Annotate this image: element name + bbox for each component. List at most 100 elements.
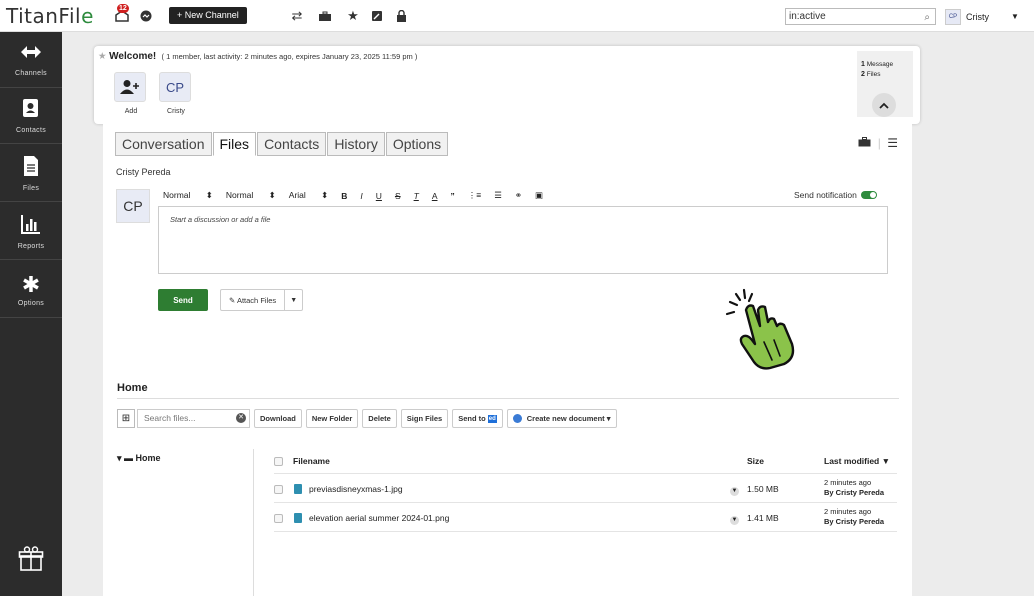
sign-files-button[interactable]: Sign Files bbox=[400, 409, 449, 428]
file-table: Filename Size Last modified ▼ previasdis… bbox=[274, 454, 897, 532]
file-size: 1.41 MB bbox=[747, 513, 779, 523]
tab-conversation[interactable]: Conversation bbox=[115, 132, 212, 156]
briefcase-icon[interactable] bbox=[858, 136, 874, 150]
sidebar-item-reports[interactable]: Reports bbox=[0, 204, 62, 260]
user-menu[interactable]: CP Cristy ▼ bbox=[945, 8, 1019, 25]
file-name[interactable]: elevation aerial summer 2024-01.png bbox=[309, 513, 449, 523]
bold-icon[interactable]: B bbox=[341, 191, 347, 201]
delete-button[interactable]: Delete bbox=[362, 409, 397, 428]
tab-options[interactable]: Options bbox=[385, 132, 449, 156]
arrows-icon[interactable]: ⇄ bbox=[288, 8, 306, 24]
edit-icon[interactable] bbox=[368, 8, 386, 24]
channel-meta: ( 1 member, last activity: 2 minutes ago… bbox=[161, 52, 418, 61]
add-member-button[interactable]: Add bbox=[114, 72, 148, 115]
star-icon[interactable]: ★ bbox=[98, 51, 107, 62]
font-size-select[interactable]: Normal ⬍ bbox=[226, 190, 276, 201]
titanfile-logo[interactable]: TitanFile bbox=[6, 4, 94, 28]
row-checkbox[interactable] bbox=[274, 514, 283, 523]
file-icon bbox=[294, 513, 302, 523]
chevron-down-icon[interactable]: ▼ bbox=[730, 516, 739, 525]
avatar: CP bbox=[945, 8, 961, 25]
sidebar: Channels Contacts Files Reports ✱ Option… bbox=[0, 32, 62, 596]
file-icon bbox=[22, 155, 40, 182]
new-folder-button[interactable]: New Folder bbox=[305, 409, 359, 428]
file-name[interactable]: previasdisneyxmas-1.jpg bbox=[309, 484, 403, 494]
file-toolbar: ⊞ Search files... ✕ Download New Folder … bbox=[117, 409, 617, 428]
quote-icon[interactable]: ” bbox=[450, 191, 454, 201]
select-all-checkbox[interactable] bbox=[274, 457, 283, 466]
collapse-button[interactable] bbox=[872, 93, 896, 117]
files-heading: Home bbox=[117, 382, 148, 394]
composer-author: Cristy Pereda bbox=[116, 167, 171, 177]
star-icon[interactable]: ★ bbox=[344, 8, 362, 24]
contacts-icon bbox=[21, 97, 41, 124]
image-icon[interactable]: ▣ bbox=[535, 190, 543, 201]
create-document-button[interactable]: Create new document ▾ bbox=[506, 409, 617, 428]
tab-history[interactable]: History bbox=[327, 132, 385, 156]
table-header: Filename Size Last modified ▼ bbox=[274, 454, 897, 474]
bullet-list-icon[interactable]: ☰ bbox=[494, 190, 502, 201]
tab-files[interactable]: Files bbox=[212, 132, 257, 156]
sidebar-item-options[interactable]: ✱ Options bbox=[0, 262, 62, 318]
table-row[interactable]: elevation aerial summer 2024-01.png ▼ 1.4… bbox=[274, 503, 897, 532]
top-bar: TitanFile 12 + New Channel ⇄ ★ in:active… bbox=[0, 0, 1034, 32]
chevron-down-icon[interactable]: ▼ bbox=[730, 487, 739, 496]
folder-icon: ▬ bbox=[124, 453, 134, 463]
download-button[interactable]: Download bbox=[254, 409, 302, 428]
tab-contacts[interactable]: Contacts bbox=[257, 132, 327, 156]
pointer-hand-icon bbox=[725, 288, 795, 370]
sidebar-item-contacts[interactable]: Contacts bbox=[0, 88, 62, 144]
lock-icon[interactable] bbox=[392, 8, 410, 24]
chevron-down-icon: ▼ bbox=[1011, 12, 1019, 21]
send-to-button[interactable]: Send to ed bbox=[452, 409, 503, 428]
panel-actions: | ☰ bbox=[858, 136, 898, 150]
cloud-icon[interactable] bbox=[137, 8, 155, 24]
chevron-down-icon[interactable]: ▼ bbox=[284, 290, 302, 310]
table-row[interactable]: previasdisneyxmas-1.jpg ▼ 1.50 MB 2 minut… bbox=[274, 474, 897, 503]
briefcase-icon[interactable] bbox=[316, 8, 334, 24]
file-search-input[interactable]: Search files... ✕ bbox=[137, 409, 250, 428]
search-icon[interactable]: ⌕ bbox=[924, 10, 930, 25]
col-size[interactable]: Size bbox=[747, 456, 764, 466]
gear-icon: ✱ bbox=[21, 271, 41, 297]
file-size: 1.50 MB bbox=[747, 484, 779, 494]
new-channel-button[interactable]: + New Channel bbox=[169, 7, 247, 24]
ordered-list-icon[interactable]: ⋮≡ bbox=[468, 190, 481, 201]
message-editor[interactable]: Start a discussion or add a file bbox=[158, 206, 888, 274]
tree-item-home[interactable]: ▾ ▬ Home bbox=[117, 453, 161, 464]
send-notification-toggle[interactable]: Send notification bbox=[794, 190, 877, 200]
add-user-icon bbox=[114, 72, 146, 102]
col-filename[interactable]: Filename bbox=[293, 456, 330, 466]
channel-tabs: Conversation Files Contacts History Opti… bbox=[115, 132, 449, 156]
channel-title: ★ Welcome! ( 1 member, last activity: 2 … bbox=[98, 51, 418, 62]
font-family-select[interactable]: Arial ⬍ bbox=[289, 190, 329, 201]
file-icon bbox=[294, 484, 302, 494]
notifications-icon[interactable]: 12 bbox=[113, 4, 131, 24]
attach-files-button[interactable]: ✎ Attach Files ▼ bbox=[220, 289, 304, 311]
underline-icon[interactable]: U bbox=[376, 191, 382, 201]
clear-format-icon[interactable]: T bbox=[414, 191, 419, 201]
document-icon bbox=[512, 414, 522, 423]
channel-header-card: ★ Welcome! ( 1 member, last activity: 2 … bbox=[94, 46, 920, 124]
link-icon[interactable]: ⚭ bbox=[515, 190, 522, 201]
toggle-switch[interactable] bbox=[860, 191, 877, 199]
row-checkbox[interactable] bbox=[274, 485, 283, 494]
col-last-modified[interactable]: Last modified ▼ bbox=[824, 456, 890, 466]
avatar: CP bbox=[116, 189, 150, 223]
text-color-icon[interactable]: A bbox=[432, 191, 438, 201]
strikethrough-icon[interactable]: S bbox=[395, 191, 401, 201]
member-cristy[interactable]: CP Cristy bbox=[159, 72, 193, 115]
send-button[interactable]: Send bbox=[158, 289, 208, 311]
channel-search-input[interactable]: in:active ⌕ bbox=[785, 8, 936, 25]
sidebar-item-files[interactable]: Files bbox=[0, 146, 62, 202]
paragraph-style-select[interactable]: Normal ⬍ bbox=[163, 190, 213, 201]
clear-icon[interactable]: ✕ bbox=[236, 413, 246, 423]
italic-icon[interactable]: I bbox=[360, 191, 362, 201]
divider bbox=[253, 449, 254, 596]
sidebar-item-channels[interactable]: Channels bbox=[0, 32, 62, 88]
gift-icon[interactable] bbox=[18, 546, 44, 572]
menu-icon[interactable]: ☰ bbox=[887, 136, 898, 150]
tree-view-icon[interactable]: ⊞ bbox=[117, 409, 135, 428]
user-name: Cristy bbox=[966, 11, 989, 22]
divider bbox=[117, 398, 899, 399]
